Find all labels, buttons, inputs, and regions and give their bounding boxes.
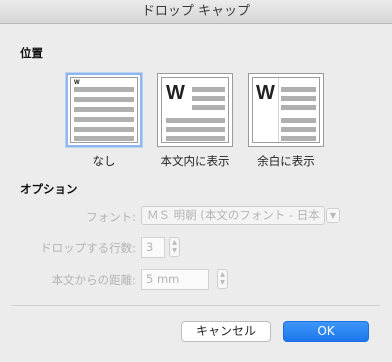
stepper-up-icon[interactable]: ▲ (172, 239, 177, 246)
text-line (192, 96, 225, 101)
text-line (281, 118, 316, 123)
window-title: ドロップ キャップ (141, 4, 251, 19)
option-label-dropped: 本文内に表示 (160, 154, 230, 168)
font-label: フォント: (86, 210, 136, 224)
stepper-down-icon[interactable]: ▼ (220, 279, 225, 286)
text-line (74, 107, 134, 112)
distance-label: 本文からの距離: (51, 273, 136, 287)
ok-button[interactable]: OK (283, 321, 369, 342)
divider (11, 305, 380, 306)
text-line (281, 105, 316, 110)
font-value: ＭＳ 明朝 (本文のフォント - 日本 (147, 208, 320, 222)
text-line (74, 127, 134, 132)
page-preview: W (70, 77, 138, 143)
stepper-down-icon[interactable]: ▼ (172, 247, 177, 254)
drop-cap-in-margin-option[interactable]: W (248, 73, 324, 147)
text-line (281, 127, 316, 132)
text-line (166, 127, 225, 132)
margin-line (278, 78, 279, 142)
drop-cap-none-option[interactable]: W (66, 73, 142, 147)
drop-cap-dropped-option[interactable]: W (157, 73, 233, 147)
text-line (74, 87, 134, 92)
preview-letter: W (74, 80, 80, 86)
title-bar: ドロップ キャップ (0, 0, 392, 24)
text-line (166, 118, 225, 123)
distance-input[interactable]: 5 mm (141, 269, 209, 290)
preview-letter: W (256, 82, 275, 104)
text-line (281, 136, 316, 141)
lines-label: ドロップする行数: (40, 241, 136, 255)
lines-input[interactable]: 3 (141, 237, 165, 258)
text-line (166, 136, 225, 141)
option-label-none: なし (92, 154, 116, 168)
text-line (281, 96, 316, 101)
text-line (74, 136, 134, 141)
position-section-title: 位置 (20, 46, 43, 60)
stepper-up-icon[interactable]: ▲ (220, 271, 225, 278)
font-select[interactable]: ＭＳ 明朝 (本文のフォント - 日本 (141, 206, 325, 225)
lines-stepper[interactable]: ▲ ▼ (169, 237, 180, 257)
text-line (281, 87, 316, 92)
page-preview: W (161, 77, 229, 143)
cancel-button[interactable]: キャンセル (181, 321, 271, 342)
preview-letter: W (166, 82, 185, 104)
page-preview: W (252, 77, 320, 143)
text-line (192, 87, 225, 92)
text-line (192, 105, 225, 110)
option-label-in-margin: 余白に表示 (257, 154, 315, 168)
distance-stepper[interactable]: ▲ ▼ (217, 269, 228, 289)
text-line (74, 97, 134, 102)
options-section-title: オプション (20, 182, 78, 196)
text-line (74, 117, 134, 122)
font-dropdown-arrow-icon[interactable]: ▼ (326, 208, 340, 223)
